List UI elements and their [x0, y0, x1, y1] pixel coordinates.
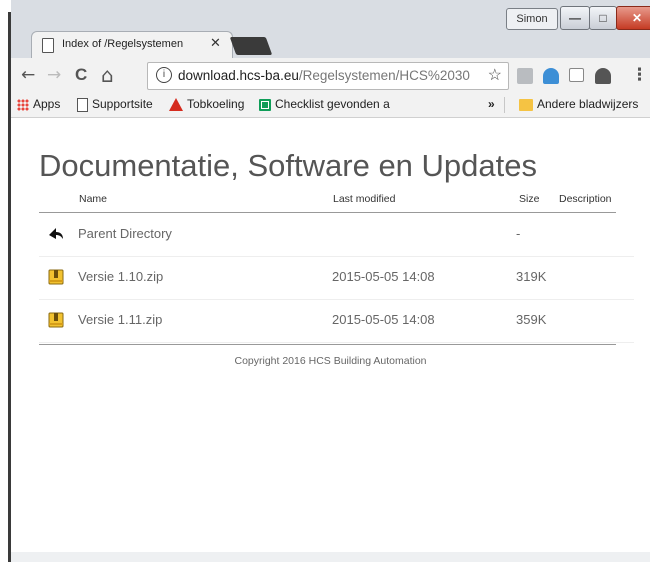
bookmark-label: Checklist gevonden a	[275, 97, 390, 111]
maximize-button[interactable]: □	[589, 6, 617, 30]
page-footer: Copyright 2016 HCS Building Automation	[234, 355, 427, 367]
table-row: Versie 1.10.zip 2015-05-05 14:08 319K	[39, 257, 634, 300]
maximize-icon: □	[599, 11, 607, 25]
url-path: /Regelsystemen/HCS%2030	[298, 68, 470, 83]
status-strip	[11, 552, 650, 562]
url-text[interactable]: download.hcs-ba.eu/Regelsystemen/HCS%203…	[178, 68, 478, 83]
extension-screenshot-icon[interactable]	[517, 68, 533, 84]
extension-badge-icon[interactable]	[543, 68, 559, 84]
table-row: Versie 1.11.zip 2015-05-05 14:08 359K	[39, 300, 634, 343]
bookmarks-divider	[504, 97, 505, 113]
extension-webcam-icon[interactable]	[595, 68, 611, 84]
column-header-size[interactable]: Size	[519, 193, 539, 205]
browser-tab[interactable]: Index of /Regelsystemen ✕	[31, 31, 233, 59]
bookmark-label: Supportsite	[92, 97, 153, 111]
bookmarks-overflow-button[interactable]: »	[488, 96, 495, 113]
folder-icon	[519, 98, 533, 111]
file-link[interactable]: Versie 1.10.zip	[78, 269, 163, 284]
bookmark-supportsite[interactable]: Supportsite	[77, 96, 153, 113]
table-bottom-divider	[39, 344, 616, 345]
page-title: Documentatie, Software en Updates	[39, 148, 537, 183]
close-window-button[interactable]: ✕	[616, 6, 650, 30]
header-divider	[39, 212, 616, 213]
file-link[interactable]: Versie 1.11.zip	[78, 312, 162, 327]
tab-close-icon[interactable]: ✕	[210, 36, 221, 51]
zip-archive-icon	[48, 269, 64, 285]
address-bar[interactable]: i download.hcs-ba.eu/Regelsystemen/HCS%2…	[147, 62, 509, 90]
parent-directory-link[interactable]: Parent Directory	[78, 226, 172, 241]
size-cell: 319K	[516, 269, 547, 284]
table-row: Parent Directory -	[39, 214, 634, 257]
bookmark-apps-label: Apps	[33, 97, 61, 111]
minimize-icon: —	[569, 11, 581, 25]
extension-mail-icon[interactable]	[569, 68, 584, 82]
url-host: download.hcs-ba.eu	[178, 68, 299, 83]
bookmark-tobkoeling[interactable]: Tobkoeling	[169, 96, 244, 113]
tab-title: Index of /Regelsystemen	[62, 38, 184, 50]
bookmark-other-folder[interactable]: Andere bladwijzers	[519, 96, 638, 113]
spreadsheet-icon	[259, 98, 271, 111]
bookmark-apps[interactable]: Apps	[17, 96, 60, 113]
home-button[interactable]: ⌂	[101, 65, 114, 85]
size-cell: 359K	[516, 312, 547, 327]
bookmark-star-icon[interactable]: ☆	[488, 65, 502, 85]
page-icon	[77, 97, 88, 112]
bookmark-label: Andere bladwijzers	[537, 97, 639, 111]
navigation-toolbar: ← → C ⌂ i download.hcs-ba.eu/Regelsystem…	[11, 58, 650, 92]
title-bar: Simon — □ ✕ Index of /Regelsystemen ✕	[11, 0, 650, 59]
zip-archive-icon	[48, 312, 64, 328]
close-icon: ✕	[631, 11, 643, 25]
forward-button[interactable]: →	[47, 66, 61, 84]
bookmark-checklist[interactable]: Checklist gevonden a	[259, 96, 429, 113]
column-header-description[interactable]: Description	[559, 193, 612, 205]
last-modified-cell: 2015-05-05 14:08	[332, 269, 435, 284]
page-content: Documentatie, Software en Updates Name L…	[11, 118, 650, 562]
bookmark-label: Tobkoeling	[187, 97, 245, 111]
page-icon	[42, 38, 54, 53]
desktop-edge	[0, 0, 11, 562]
column-header-name[interactable]: Name	[79, 193, 107, 205]
column-header-last-modified[interactable]: Last modified	[333, 193, 395, 205]
profile-button[interactable]: Simon	[506, 8, 558, 30]
reload-button[interactable]: C	[75, 66, 87, 84]
back-button[interactable]: ←	[21, 66, 35, 84]
new-tab-button[interactable]	[229, 37, 273, 55]
size-cell: -	[516, 226, 521, 241]
bookmarks-bar: Apps Supportsite Tobkoeling Checklist ge…	[11, 92, 650, 118]
info-icon[interactable]: i	[156, 67, 172, 83]
back-arrow-icon	[49, 228, 63, 239]
last-modified-cell: 2015-05-05 14:08	[332, 312, 435, 327]
browser-menu-icon[interactable]: ⋮	[631, 66, 648, 84]
minimize-button[interactable]: —	[560, 6, 590, 30]
apps-grid-icon	[17, 98, 29, 111]
browser-window: Simon — □ ✕ Index of /Regelsystemen ✕ ← …	[11, 0, 650, 562]
warning-triangle-icon	[169, 98, 183, 112]
